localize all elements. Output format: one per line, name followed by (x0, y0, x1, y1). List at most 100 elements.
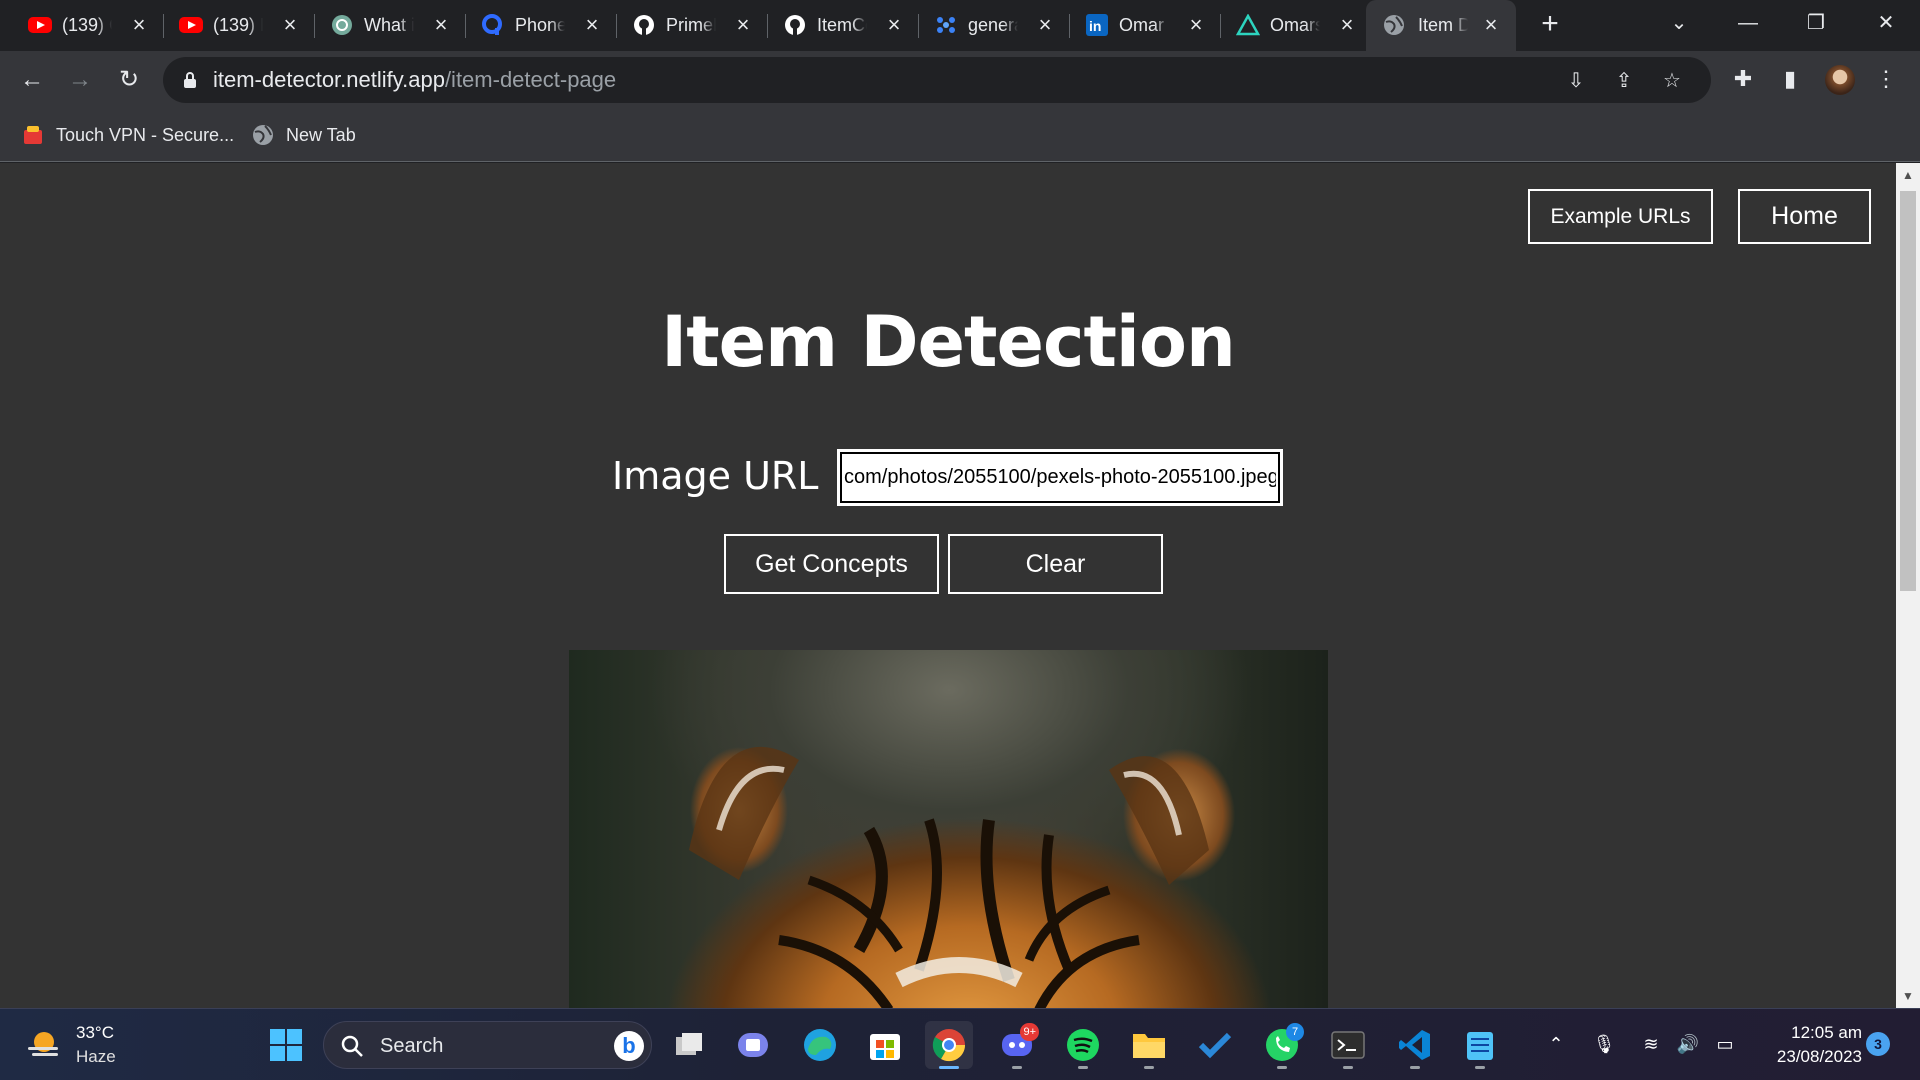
close-icon[interactable]: × (279, 14, 301, 36)
todo-icon[interactable] (1191, 1021, 1239, 1069)
scroll-up-arrow-icon[interactable]: ▲ (1896, 165, 1920, 185)
bookmark-star-icon[interactable]: ☆ (1659, 68, 1685, 94)
notification-count-badge[interactable]: 3 (1866, 1032, 1890, 1056)
vscode-glyph (1399, 1030, 1430, 1060)
tab-search-icon[interactable]: ⌄ (1659, 8, 1699, 38)
image-url-input[interactable] (837, 449, 1283, 506)
chatgpt-icon (332, 15, 352, 35)
bookmark-label: Touch VPN - Secure... (56, 124, 235, 145)
share-icon[interactable]: ⇪ (1611, 68, 1637, 94)
running-indicator (1475, 1066, 1485, 1069)
microphone-icon[interactable]: 🎙 (1591, 1031, 1617, 1057)
url-text[interactable]: item-detector.netlify.app/item-detect-pa… (213, 68, 616, 92)
discord-icon[interactable]: 9+ (993, 1021, 1041, 1069)
close-icon[interactable]: × (581, 14, 603, 36)
store-glyph (870, 1034, 900, 1060)
file-explorer-icon[interactable] (1125, 1021, 1173, 1069)
tab-omars[interactable]: Omars × (1208, 0, 1372, 51)
tab-item-detector[interactable]: Item D × (1366, 0, 1516, 51)
discord-badge: 9+ (1020, 1023, 1039, 1041)
tiger-photo (569, 650, 1328, 1008)
window-close-icon[interactable]: ✕ (1866, 8, 1906, 38)
vscode-icon[interactable] (1391, 1021, 1439, 1069)
store-icon[interactable] (861, 1021, 909, 1069)
restore-icon[interactable]: ❐ (1796, 8, 1836, 38)
profile-avatar[interactable] (1825, 65, 1855, 95)
youtube-icon (28, 17, 52, 33)
close-icon[interactable]: × (1034, 14, 1056, 36)
teams-chat-icon[interactable] (729, 1021, 777, 1069)
clear-button[interactable]: Clear (948, 534, 1163, 594)
tab-youtube-1[interactable]: (139) C × (0, 0, 164, 51)
linkedin-icon: in (1086, 14, 1108, 36)
tab-title: What i (364, 15, 414, 35)
home-button[interactable]: Home (1738, 189, 1871, 244)
address-bar[interactable]: item-detector.netlify.app/item-detect-pa… (163, 57, 1711, 103)
forward-icon[interactable]: → (64, 64, 96, 96)
start-button[interactable] (262, 1021, 310, 1069)
get-concepts-button[interactable]: Get Concepts (724, 534, 939, 594)
tab-github-prime[interactable]: PrimeF × (604, 0, 768, 51)
close-icon[interactable]: × (1185, 14, 1207, 36)
system-clock[interactable]: 12:05 am 23/08/2023 (1752, 1021, 1862, 1069)
tab-title: PrimeF (666, 15, 716, 35)
spotify-icon[interactable] (1059, 1021, 1107, 1069)
spotify-glyph (1067, 1029, 1099, 1061)
install-app-icon[interactable]: ⇩ (1563, 68, 1589, 94)
chrome-glyph (932, 1029, 966, 1062)
extensions-icon[interactable]: ✚ (1727, 63, 1759, 95)
clock-date: 23/08/2023 (1776, 1047, 1862, 1066)
new-tab-button[interactable]: + (1535, 9, 1565, 40)
bing-icon[interactable]: b (614, 1031, 644, 1061)
windows-start-icon (270, 1029, 302, 1061)
show-hidden-icons-icon[interactable]: ⌃ (1543, 1031, 1569, 1057)
scroll-down-arrow-icon[interactable]: ▼ (1896, 986, 1920, 1006)
tab-github-itemco[interactable]: ItemCo × (755, 0, 919, 51)
page-scrollbar[interactable]: ▲ ▼ (1896, 163, 1920, 1008)
running-indicator (1343, 1066, 1353, 1069)
tiger-stripes (689, 746, 1209, 1008)
running-indicator (1410, 1066, 1420, 1069)
tab-chatgpt[interactable]: What i × (302, 0, 466, 51)
close-icon[interactable]: × (732, 14, 754, 36)
github-icon (634, 15, 654, 35)
notepad-icon[interactable] (1456, 1021, 1504, 1069)
reload-icon[interactable]: ↻ (113, 64, 145, 96)
bookmark-new-tab[interactable]: New Tab (252, 122, 356, 148)
notepad-glyph (1467, 1032, 1493, 1060)
close-icon[interactable]: × (883, 14, 905, 36)
close-icon[interactable]: × (1480, 14, 1502, 36)
close-icon[interactable]: × (128, 14, 150, 36)
whatsapp-icon[interactable]: 7 (1258, 1021, 1306, 1069)
volume-icon[interactable]: 🔊 (1675, 1031, 1701, 1057)
tab-title: genera (968, 15, 1018, 35)
terminal-icon[interactable] (1324, 1021, 1372, 1069)
menu-icon[interactable]: ⋮ (1870, 63, 1902, 95)
task-view-icon[interactable] (666, 1021, 714, 1069)
clock-time: 12:05 am (1791, 1023, 1862, 1042)
todo-glyph (1198, 1032, 1232, 1059)
close-icon[interactable]: × (1336, 14, 1358, 36)
weather-widget[interactable]: 33°C Haze (26, 1021, 176, 1071)
battery-icon[interactable]: ▭ (1712, 1031, 1738, 1057)
tab-phone[interactable]: Phone × (453, 0, 617, 51)
edge-icon[interactable] (796, 1021, 844, 1069)
taskbar-search[interactable]: Search b (323, 1021, 652, 1069)
back-icon[interactable]: ← (16, 64, 48, 96)
tab-youtube-2[interactable]: (139) H × (151, 0, 315, 51)
chrome-icon[interactable] (925, 1021, 973, 1069)
side-panel-icon[interactable]: ▮ (1774, 63, 1806, 95)
tab-title: (139) C (62, 15, 112, 35)
tab-general[interactable]: genera × (906, 0, 1070, 51)
bookmark-touch-vpn[interactable]: Touch VPN - Secure... (22, 122, 234, 148)
close-icon[interactable]: × (430, 14, 452, 36)
bookmarks-bar: Touch VPN - Secure... New Tab (0, 108, 1920, 162)
bookmark-label: New Tab (286, 124, 356, 145)
scrollbar-thumb[interactable] (1900, 191, 1916, 591)
wifi-icon[interactable]: ≋ (1638, 1031, 1664, 1057)
minimize-icon[interactable]: — (1728, 8, 1768, 38)
example-urls-button[interactable]: Example URLs (1528, 189, 1713, 244)
lock-icon[interactable] (183, 71, 197, 89)
running-indicator (1144, 1066, 1154, 1069)
tab-linkedin[interactable]: in Omar × (1057, 0, 1221, 51)
